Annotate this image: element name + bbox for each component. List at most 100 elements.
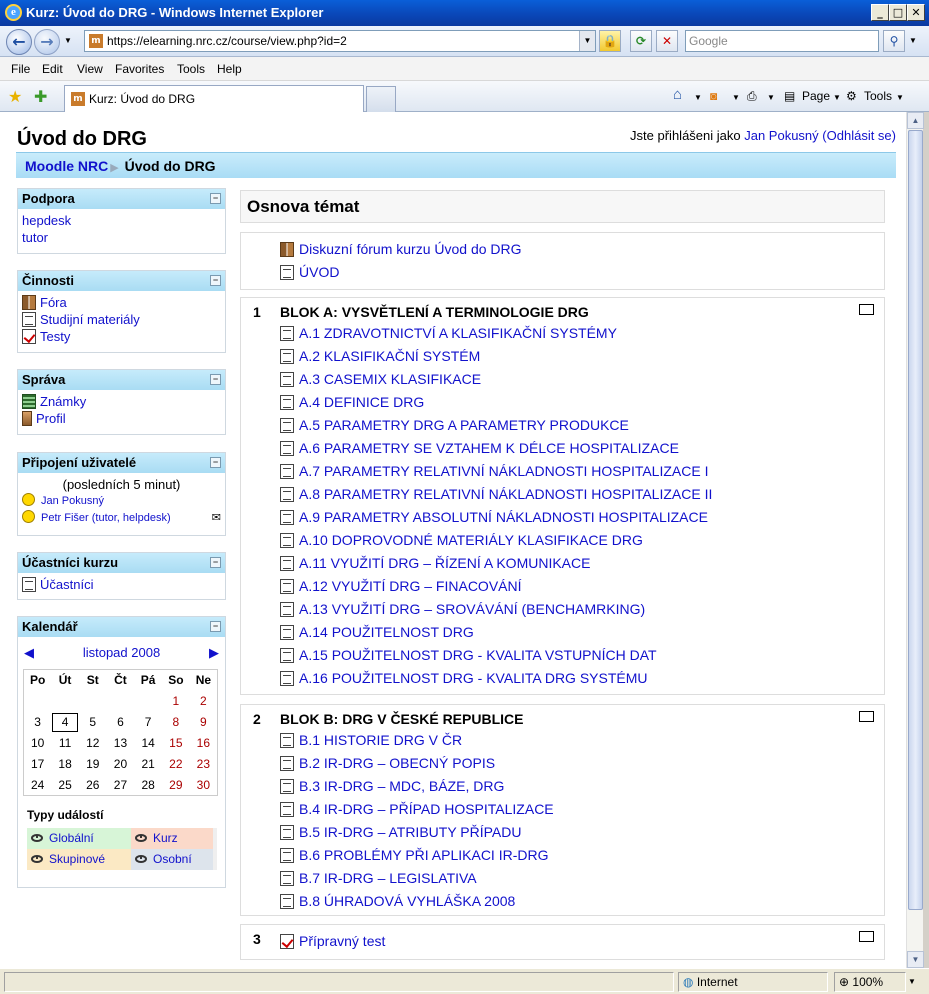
activity-link[interactable]: A.12 VYUŽITÍ DRG – FINACOVÁNÍ (299, 578, 522, 594)
lock-icon[interactable]: 🔒 (599, 30, 621, 52)
activity-link[interactable]: A.10 DOPROVODNÉ MATERIÁLY KLASIFIKACE DR… (299, 532, 643, 548)
menu-help[interactable]: Help (217, 62, 242, 76)
collapse-icon[interactable]: − (210, 374, 221, 385)
scroll-up-icon[interactable]: ▲ (907, 112, 924, 129)
tests-link[interactable]: Testy (40, 329, 70, 344)
activity-link[interactable]: B.7 IR-DRG – LEGISLATIVA (299, 870, 477, 886)
calendar-day[interactable]: 12 (79, 733, 107, 754)
activity-link[interactable]: A.15 POUŽITELNOST DRG - KVALITA VSTUPNÍC… (299, 647, 657, 663)
grades-link[interactable]: Známky (40, 394, 86, 409)
calendar-day[interactable]: 24 (24, 775, 52, 796)
calendar-day[interactable]: 19 (79, 754, 107, 775)
collapse-icon[interactable]: − (210, 193, 221, 204)
event-user-link[interactable]: Osobní (153, 852, 192, 866)
address-input[interactable]: m https://elearning.nrc.cz/course/view.p… (84, 30, 596, 52)
scroll-down-icon[interactable]: ▼ (907, 951, 924, 968)
zone-indicator[interactable]: ◍ Internet (678, 972, 828, 992)
eye-icon[interactable] (135, 834, 147, 842)
menu-file[interactable]: File (11, 62, 30, 76)
calendar-day[interactable]: 26 (79, 775, 107, 796)
feeds-icon[interactable]: ◙ (710, 89, 717, 103)
calendar-day[interactable]: 7 (134, 712, 162, 733)
activity-link[interactable]: A.5 PARAMETRY DRG A PARAMETRY PRODUKCE (299, 417, 629, 433)
window-title-bar[interactable]: e Kurz: Úvod do DRG - Windows Internet E… (0, 0, 929, 26)
message-envelope-icon[interactable]: ✉ (212, 510, 221, 527)
activity-link[interactable]: A.9 PARAMETRY ABSOLUTNÍ NÁKLADNOSTI HOSP… (299, 509, 708, 525)
calendar-day[interactable]: 28 (134, 775, 162, 796)
favorites-star-icon[interactable]: ★ (8, 87, 22, 107)
collapse-icon[interactable]: − (210, 621, 221, 632)
activity-link[interactable]: B.4 IR-DRG – PŘÍPAD HOSPITALIZACE (299, 801, 554, 817)
highlight-toggle-icon[interactable] (859, 711, 874, 722)
calendar-day[interactable]: 6 (107, 712, 135, 733)
home-dropdown-icon[interactable]: ▼ (694, 93, 702, 102)
activity-link[interactable]: B.1 HISTORIE DRG V ČR (299, 732, 462, 748)
back-icon[interactable]: ← (6, 29, 32, 55)
calendar-day[interactable]: 15 (162, 733, 190, 754)
calendar-day[interactable]: 22 (162, 754, 190, 775)
event-course-link[interactable]: Kurz (153, 831, 178, 845)
activity-link[interactable]: A.11 VYUŽITÍ DRG – ŘÍZENÍ A KOMUNIKACE (299, 555, 590, 571)
tutor-link[interactable]: tutor (22, 230, 48, 245)
eye-icon[interactable] (31, 834, 43, 842)
refresh-icon[interactable]: ⟳ (630, 30, 652, 52)
participants-link[interactable]: Účastníci (40, 577, 93, 592)
stop-icon[interactable]: ✕ (656, 30, 678, 52)
activity-link[interactable]: Diskuzní fórum kurzu Úvod do DRG (299, 241, 522, 257)
print-icon[interactable]: ⎙ (747, 89, 757, 104)
activity-link[interactable]: B.3 IR-DRG – MDC, BÁZE, DRG (299, 778, 504, 794)
calendar-day[interactable]: 14 (134, 733, 162, 754)
online-user-link[interactable]: Jan Pokusný (41, 495, 104, 507)
maximize-icon[interactable]: □ (889, 4, 907, 21)
online-user-link[interactable]: Petr Fišer (tutor, helpdesk) (41, 512, 171, 524)
calendar-day[interactable]: 17 (24, 754, 52, 775)
logout-link[interactable]: (Odhlásit se) (822, 128, 896, 143)
search-options-icon[interactable]: ▼ (909, 36, 917, 45)
calendar-day[interactable]: 25 (51, 775, 79, 796)
breadcrumb-home-link[interactable]: Moodle NRC (25, 158, 108, 174)
activity-link[interactable]: B.2 IR-DRG – OBECNÝ POPIS (299, 755, 495, 771)
highlight-toggle-icon[interactable] (859, 304, 874, 315)
activity-link[interactable]: A.4 DEFINICE DRG (299, 394, 424, 410)
activity-link[interactable]: B.6 PROBLÉMY PŘI APLIKACI IR-DRG (299, 847, 548, 863)
tools-menu[interactable]: Tools (864, 89, 892, 103)
activity-link[interactable]: A.13 VYUŽITÍ DRG – SROVÁVÁNÍ (BENCHAMRKI… (299, 601, 645, 617)
activity-link[interactable]: A.3 CASEMIX KLASIFIKACE (299, 371, 481, 387)
menu-view[interactable]: View (77, 62, 103, 76)
feeds-dropdown-icon[interactable]: ▼ (732, 93, 740, 102)
user-name-link[interactable]: Jan Pokusný (744, 128, 818, 143)
materials-link[interactable]: Studijní materiály (40, 312, 140, 327)
calendar-day[interactable]: 23 (190, 754, 218, 775)
collapse-icon[interactable]: − (210, 557, 221, 568)
calendar-day[interactable]: 8 (162, 712, 190, 733)
calendar-day[interactable]: 16 (190, 733, 218, 754)
add-favorite-icon[interactable]: ✚ (34, 87, 47, 107)
calendar-day[interactable]: 1 (162, 691, 190, 712)
collapse-icon[interactable]: − (210, 275, 221, 286)
activity-link[interactable]: B.8 ÚHRADOVÁ VYHLÁŠKA 2008 (299, 893, 515, 909)
activity-link[interactable]: A.7 PARAMETRY RELATIVNÍ NÁKLADNOSTI HOSP… (299, 463, 708, 479)
activity-link[interactable]: B.5 IR-DRG – ATRIBUTY PŘÍPADU (299, 824, 522, 840)
close-icon[interactable]: ✕ (907, 4, 925, 21)
new-tab-button[interactable] (366, 86, 396, 112)
search-input[interactable]: Google (685, 30, 879, 52)
event-group-link[interactable]: Skupinové (49, 852, 105, 866)
forward-icon[interactable]: → (34, 29, 60, 55)
hepdesk-link[interactable]: hepdesk (22, 213, 71, 228)
minimize-icon[interactable]: _ (871, 4, 889, 21)
menu-favorites[interactable]: Favorites (115, 62, 164, 76)
calendar-day[interactable]: 27 (107, 775, 135, 796)
calendar-day[interactable]: 4 (51, 712, 79, 733)
event-global-link[interactable]: Globální (49, 831, 94, 845)
calendar-day[interactable]: 3 (24, 712, 52, 733)
calendar-day[interactable]: 21 (134, 754, 162, 775)
tab-course[interactable]: m Kurz: Úvod do DRG (64, 85, 364, 112)
calendar-day[interactable]: 11 (51, 733, 79, 754)
calendar-day[interactable]: 10 (24, 733, 52, 754)
scroll-thumb[interactable] (908, 130, 923, 910)
calendar-month-link[interactable]: listopad 2008 (18, 645, 225, 660)
address-dropdown-icon[interactable]: ▼ (579, 31, 595, 51)
home-icon[interactable]: ⌂ (673, 86, 682, 103)
page-dropdown-icon[interactable]: ▼ (833, 93, 841, 102)
activity-link[interactable]: A.2 KLASIFIKAČNÍ SYSTÉM (299, 348, 480, 364)
